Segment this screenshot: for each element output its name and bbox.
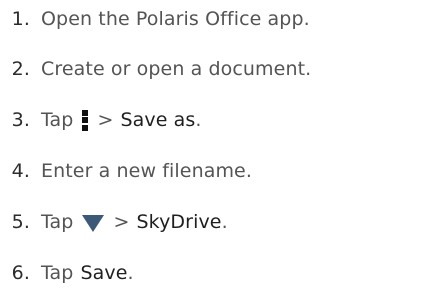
save-label: Save: [80, 262, 128, 284]
step-text: Enter a new filename.: [41, 160, 252, 182]
step-5: 5. Tap > SkyDrive.: [0, 208, 228, 236]
step-number: 3.: [11, 109, 30, 131]
step-number: 1.: [11, 8, 30, 30]
step-period: .: [221, 211, 228, 233]
step-number: 2.: [11, 58, 30, 80]
step-text-tap: Tap: [41, 262, 74, 284]
step-1: 1. Open the Polaris Office app.: [0, 5, 310, 33]
step-period: .: [127, 262, 134, 284]
step-number: 4.: [11, 160, 30, 182]
step-6: 6. Tap Save.: [0, 259, 134, 287]
step-separator: >: [97, 109, 114, 131]
step-number: 6.: [11, 262, 30, 284]
step-4: 4. Enter a new filename.: [0, 157, 252, 185]
dropdown-triangle-icon: [82, 215, 105, 232]
save-as-label: Save as: [120, 109, 196, 131]
more-vertical-icon: [82, 109, 89, 131]
step-3: 3. Tap > Save as.: [0, 106, 202, 134]
step-text: Create or open a document.: [41, 58, 312, 80]
step-separator: >: [113, 211, 130, 233]
skydrive-label: SkyDrive: [136, 211, 222, 233]
step-period: .: [195, 109, 202, 131]
step-text-tap: Tap: [41, 211, 74, 233]
step-text: Open the Polaris Office app.: [41, 8, 310, 30]
step-text-tap: Tap: [41, 109, 74, 131]
step-number: 5.: [11, 211, 30, 233]
step-2: 2. Create or open a document.: [0, 55, 312, 83]
